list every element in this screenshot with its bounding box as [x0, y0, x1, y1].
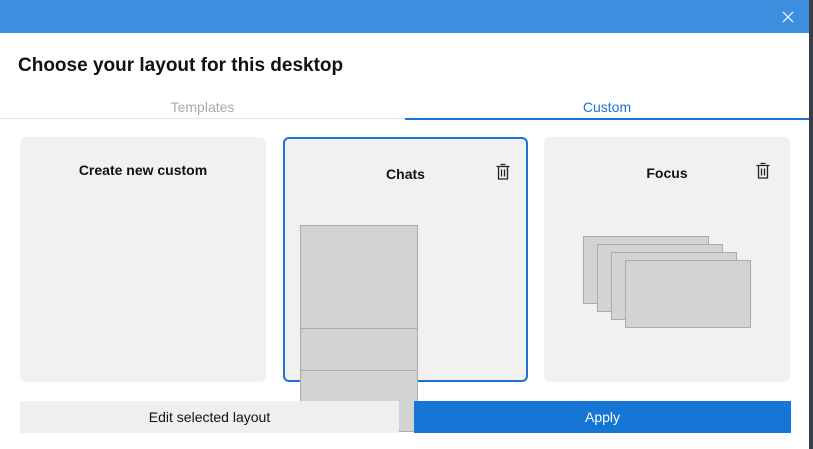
layout-zone [625, 260, 751, 328]
create-new-custom-card[interactable]: Create new custom [20, 137, 266, 382]
tab-custom[interactable]: Custom [405, 96, 809, 120]
layout-card-focus[interactable]: Focus [544, 137, 790, 382]
dialog-heading: Choose your layout for this desktop [18, 55, 344, 76]
layout-editor-dialog: Choose your layout for this desktop Temp… [0, 0, 809, 449]
create-new-custom-label: Create new custom [78, 162, 208, 178]
layout-zone [300, 225, 418, 329]
trash-icon[interactable] [755, 162, 771, 180]
layout-zone [300, 328, 418, 371]
tab-templates[interactable]: Templates [0, 96, 405, 119]
close-icon [782, 11, 794, 23]
layout-tabs: Templates Custom [0, 96, 809, 120]
title-bar [0, 0, 809, 33]
edit-selected-layout-button[interactable]: Edit selected layout [20, 401, 399, 433]
trash-icon[interactable] [495, 163, 511, 181]
apply-button[interactable]: Apply [414, 401, 791, 433]
layout-card-title: Focus [646, 165, 688, 181]
layout-card-title: Chats [386, 166, 425, 182]
close-button[interactable] [777, 6, 799, 28]
